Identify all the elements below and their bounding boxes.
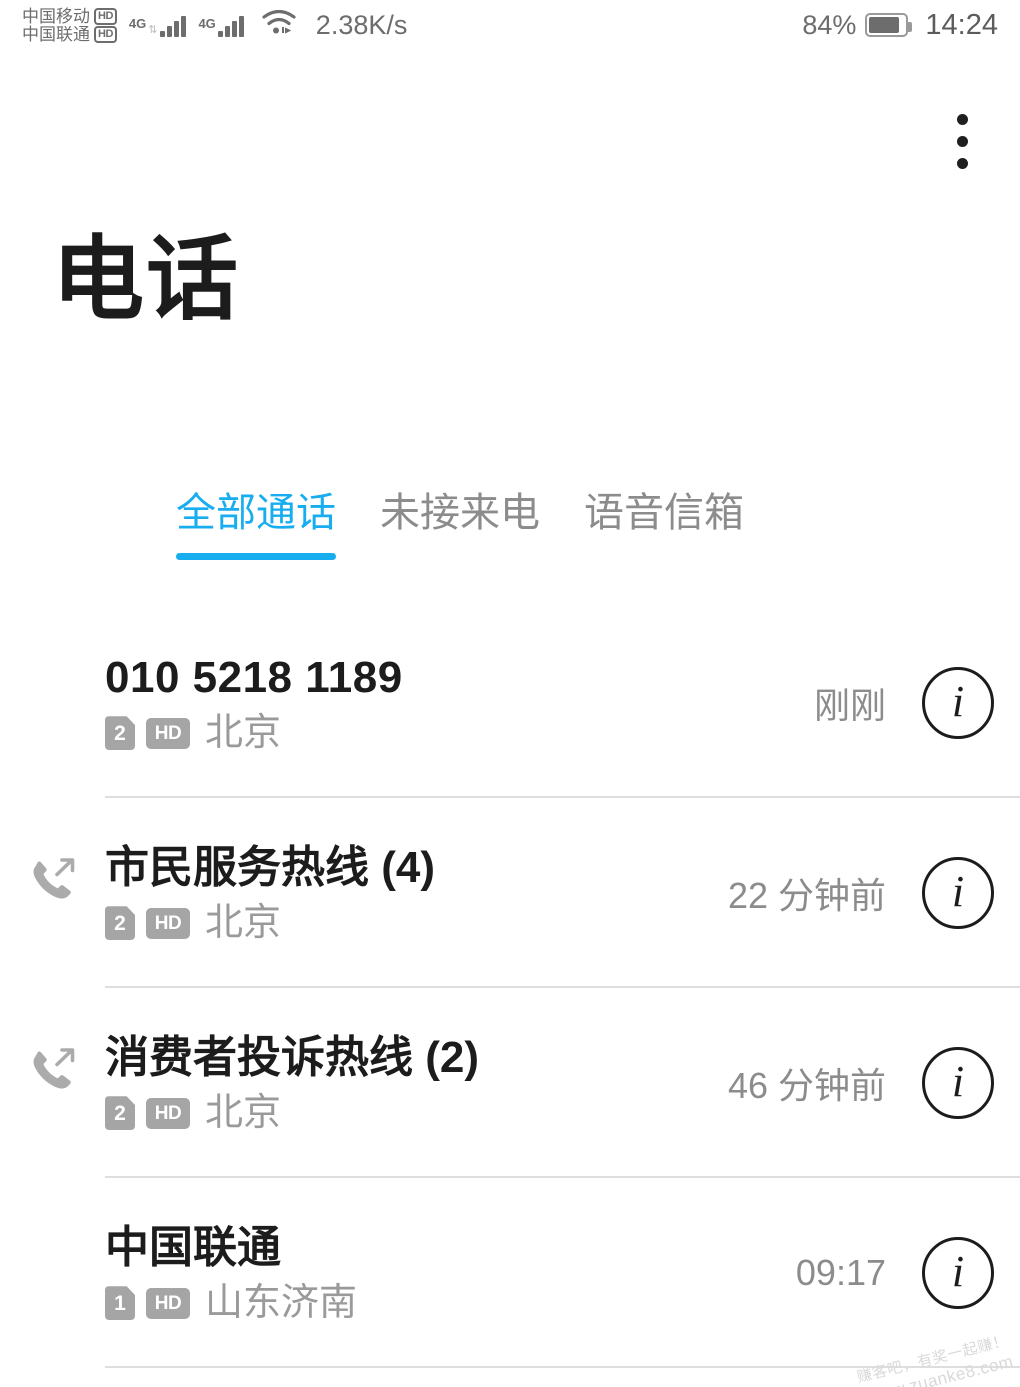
sim-badge: 1 — [105, 1286, 135, 1321]
call-location: 山东济南 — [205, 1282, 358, 1325]
outgoing-call-icon — [26, 1043, 80, 1102]
call-entry-main: 市民服务热线 (4) 2 HD 北京 — [105, 842, 728, 942]
carrier-hd-tag-1: HD — [94, 7, 117, 25]
call-entry-main: 中国联通 1 HD 山东济南 — [105, 1222, 796, 1322]
status-bar-left: 中国移动 HD 中国联通 HD 4G ⇅ 4G 2.38K/s — [22, 6, 802, 44]
call-subline: 2 HD 北京 — [105, 1094, 728, 1132]
sim-badge: 2 — [105, 906, 135, 941]
call-location: 北京 — [205, 1092, 282, 1135]
call-name: 010 5218 1189 — [105, 652, 403, 702]
network-type-label-1: 4G — [128, 16, 147, 31]
table-row[interactable]: 市民服务热线 (4) 2 HD 北京 22 分钟前 i — [0, 798, 1020, 988]
call-entry-right: 46 分钟前 i — [728, 1047, 994, 1119]
overflow-dot-3 — [956, 157, 968, 169]
status-bar-clock: 14:24 — [925, 8, 998, 41]
call-entry-main: 消费者投诉热线 (2) 2 HD 北京 — [105, 1032, 728, 1132]
info-icon[interactable]: i — [922, 857, 994, 929]
carrier-name-1: 中国移动 — [22, 6, 90, 26]
call-subline: 1 HD 山东济南 — [105, 1284, 796, 1322]
call-log-list: 010 5218 1189 2 HD 北京 刚刚 i 市民服务热线 (4) 2 … — [0, 608, 1020, 1368]
info-icon[interactable]: i — [922, 1237, 994, 1309]
info-icon[interactable]: i — [922, 667, 994, 739]
page-title: 电话 — [52, 229, 241, 331]
network-type-label-2: 4G — [198, 16, 216, 31]
tab-voicemail[interactable]: 语音信箱 — [584, 480, 744, 560]
call-type-slot — [0, 1262, 105, 1284]
overflow-dot-2 — [956, 135, 968, 147]
call-timestamp: 刚刚 — [813, 685, 886, 726]
sim-badge: 2 — [105, 716, 135, 751]
tab-bar: 全部通话 未接来电 语音信箱 — [0, 480, 1020, 560]
call-subline: 2 HD 北京 — [105, 714, 814, 752]
call-type-slot — [0, 1043, 105, 1124]
hd-badge: HD — [146, 1287, 190, 1319]
call-timestamp: 46 分钟前 — [727, 1065, 886, 1106]
signal-strength-bars-1 — [160, 13, 187, 37]
data-activity-icon-1: ⇅ — [148, 24, 158, 36]
call-location: 北京 — [205, 712, 282, 755]
call-type-slot — [0, 692, 105, 714]
carrier-row-2: 中国联通 HD — [22, 24, 117, 44]
tab-all-calls[interactable]: 全部通话 — [176, 480, 336, 560]
tab-missed-calls[interactable]: 未接来电 — [380, 480, 540, 560]
overflow-dot-1 — [956, 113, 968, 125]
info-icon[interactable]: i — [922, 1047, 994, 1119]
call-timestamp: 22 分钟前 — [727, 875, 886, 916]
call-entry-main: 010 5218 1189 2 HD 北京 — [105, 652, 814, 752]
status-bar-right: 84% 14:24 — [802, 9, 998, 42]
table-row[interactable]: 消费者投诉热线 (2) 2 HD 北京 46 分钟前 i — [0, 988, 1020, 1178]
table-row[interactable]: 中国联通 1 HD 山东济南 09:17 i — [0, 1178, 1020, 1368]
hd-badge: HD — [146, 717, 190, 749]
call-entry-right: 09:17 i — [796, 1237, 994, 1309]
sim-badge: 2 — [105, 1096, 135, 1131]
carrier-row-1: 中国移动 HD — [22, 6, 117, 26]
overflow-menu-icon[interactable] — [932, 96, 992, 186]
call-timestamp: 09:17 — [795, 1252, 886, 1293]
call-subline: 2 HD 北京 — [105, 904, 728, 942]
carrier-name-2: 中国联通 — [22, 24, 90, 44]
call-name: 中国联通 — [105, 1222, 281, 1272]
call-name: 市民服务热线 (4) — [105, 842, 435, 892]
call-entry-right: 刚刚 i — [814, 667, 994, 739]
call-location: 北京 — [205, 902, 282, 945]
network-speed-label: 2.38K/s — [315, 9, 408, 40]
call-name: 消费者投诉热线 (2) — [105, 1032, 479, 1082]
wifi-icon — [262, 9, 296, 41]
call-type-slot — [0, 853, 105, 934]
carrier-stack: 中国移动 HD 中国联通 HD — [22, 6, 117, 44]
signal-strength-bars-2 — [217, 13, 244, 37]
signal-bars-icon-1: 4G ⇅ — [129, 13, 187, 37]
signal-bars-icon-2: 4G — [198, 13, 244, 37]
phone-app-screen: 中国移动 HD 中国联通 HD 4G ⇅ 4G 2.38K/s 84% 14:2… — [0, 0, 1020, 1387]
call-entry-right: 22 分钟前 i — [728, 857, 994, 929]
outgoing-call-icon — [26, 853, 80, 912]
hd-badge: HD — [146, 1097, 190, 1129]
table-row[interactable]: 010 5218 1189 2 HD 北京 刚刚 i — [0, 608, 1020, 798]
carrier-hd-tag-2: HD — [94, 25, 117, 43]
battery-percent-label: 84% — [802, 9, 857, 40]
battery-icon — [865, 13, 913, 37]
hd-badge: HD — [146, 907, 190, 939]
status-bar: 中国移动 HD 中国联通 HD 4G ⇅ 4G 2.38K/s 84% 14:2… — [0, 0, 1020, 50]
